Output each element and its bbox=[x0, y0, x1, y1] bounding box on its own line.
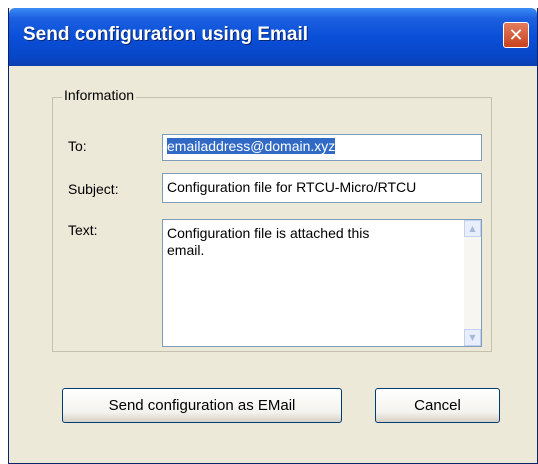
chevron-up-icon: ▲ bbox=[469, 224, 476, 233]
scroll-up-button[interactable]: ▲ bbox=[464, 220, 481, 237]
subject-field-value: Configuration file for RTCU-Micro/RTCU bbox=[167, 179, 417, 195]
to-field[interactable]: emailaddress@domain.xyz bbox=[162, 134, 482, 161]
message-text: Configuration file is attached this emai… bbox=[167, 225, 370, 258]
subject-label: Subject: bbox=[68, 181, 119, 197]
dialog-title: Send configuration using Email bbox=[23, 24, 309, 45]
cancel-button[interactable]: Cancel bbox=[375, 388, 500, 423]
vertical-scrollbar[interactable]: ▲ ▼ bbox=[464, 220, 481, 346]
title-bar[interactable]: Send configuration using Email ✕ bbox=[9, 8, 537, 66]
information-group-title: Information bbox=[62, 87, 137, 103]
close-icon: ✕ bbox=[508, 24, 524, 46]
scroll-down-button[interactable]: ▼ bbox=[464, 329, 481, 346]
to-field-value: emailaddress@domain.xyz bbox=[167, 138, 336, 154]
close-button[interactable]: ✕ bbox=[503, 22, 529, 48]
to-label: To: bbox=[68, 138, 87, 154]
subject-field[interactable]: Configuration file for RTCU-Micro/RTCU bbox=[162, 173, 482, 203]
chevron-down-icon: ▼ bbox=[469, 333, 476, 342]
text-label: Text: bbox=[68, 222, 98, 238]
send-email-button[interactable]: Send configuration as EMail bbox=[62, 388, 342, 423]
message-textarea[interactable]: Configuration file is attached this emai… bbox=[162, 219, 482, 347]
